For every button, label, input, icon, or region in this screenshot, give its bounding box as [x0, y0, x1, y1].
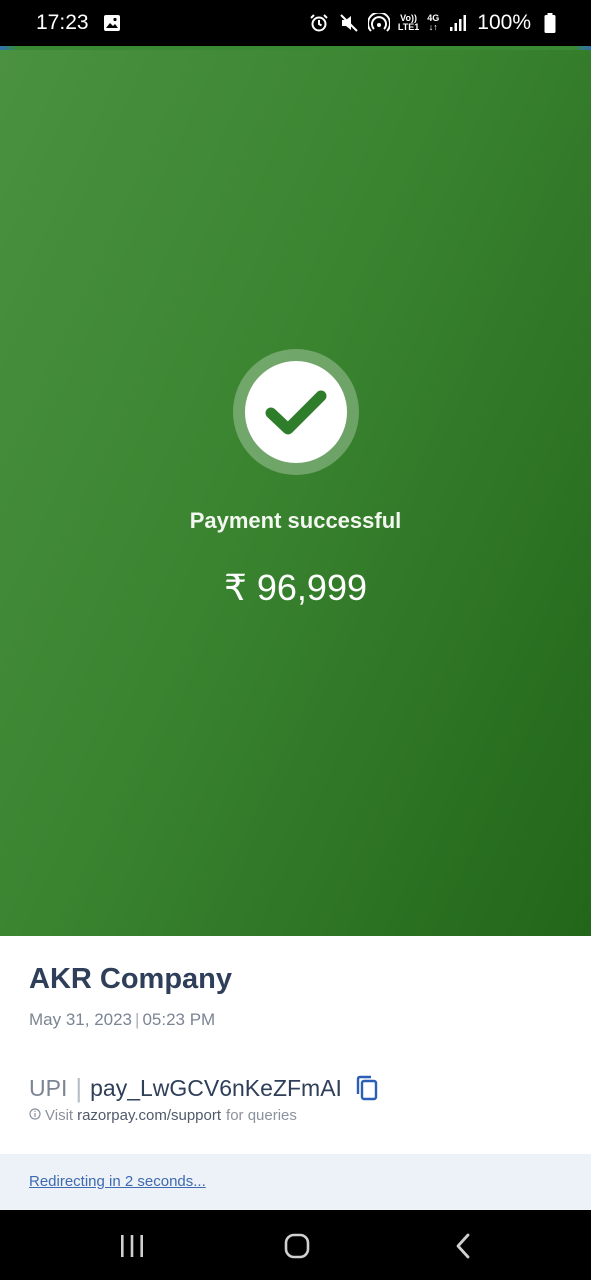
support-visit-text: Visit — [45, 1107, 74, 1124]
back-icon[interactable] — [446, 1230, 480, 1262]
payment-status-title: Payment successful — [189, 508, 402, 533]
recent-apps-icon[interactable] — [115, 1230, 149, 1262]
signal-icon — [447, 12, 469, 34]
payment-method: UPI — [29, 1074, 68, 1101]
support-suffix-text: for queries — [226, 1107, 297, 1124]
support-link[interactable]: razorpay.com/support — [77, 1107, 221, 1124]
battery-percent: 100% — [477, 11, 531, 34]
gallery-icon — [101, 12, 123, 34]
alarm-icon — [308, 12, 330, 34]
checkmark-icon — [245, 361, 347, 463]
payment-id-row: UPI | pay_LwGCV6nKeZFmAI — [29, 1073, 380, 1103]
divider: | — [135, 1010, 140, 1029]
hotspot-icon — [367, 12, 390, 34]
payment-datetime: May 31, 2023 | 05:23 PM — [29, 1010, 215, 1030]
support-note: Visit razorpay.com/support for queries — [29, 1107, 297, 1124]
payment-date: May 31, 2023 — [29, 1010, 133, 1029]
volte-indicator: Vo)) LTE1 — [397, 13, 420, 32]
network-type: 4G ↓↑ — [427, 13, 440, 32]
merchant-name: AKR Company — [29, 963, 233, 995]
clock: 17:23 — [36, 11, 89, 34]
copy-icon[interactable] — [354, 1074, 380, 1102]
status-bar: 17:23 Vo)) LTE1 4G ↓↑ 100% — [0, 0, 591, 46]
payment-amount: ₹ 96,999 — [223, 567, 367, 608]
divider: | — [75, 1072, 83, 1103]
success-banner — [0, 46, 591, 936]
info-icon — [29, 1107, 41, 1124]
banner-top-edge — [0, 46, 591, 50]
mute-icon — [338, 12, 360, 34]
home-icon[interactable] — [280, 1230, 314, 1262]
payment-id: pay_LwGCV6nKeZFmAI — [90, 1074, 342, 1101]
redirect-link[interactable]: Redirecting in 2 seconds... — [29, 1173, 206, 1190]
payment-time: 05:23 PM — [142, 1010, 216, 1029]
battery-icon — [539, 12, 561, 34]
